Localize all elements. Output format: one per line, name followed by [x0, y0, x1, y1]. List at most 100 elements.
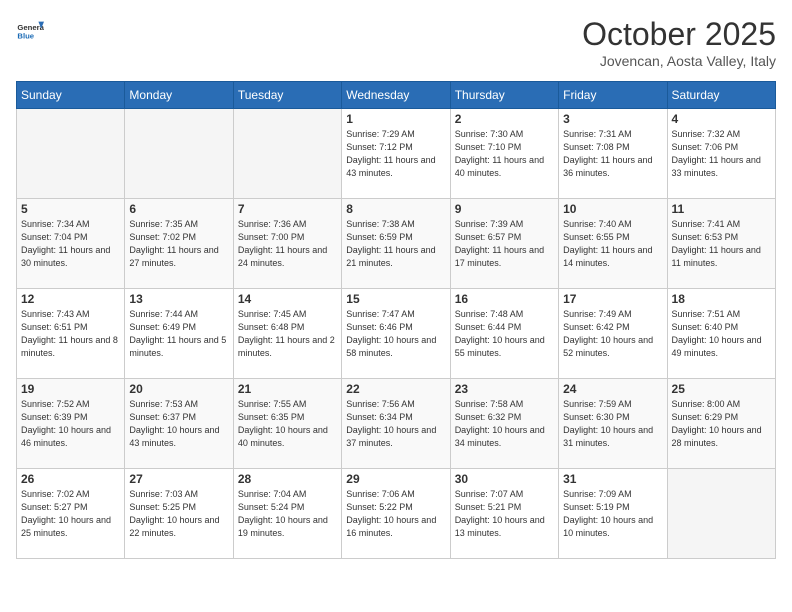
sunrise: Sunrise: 7:55 AM: [238, 398, 337, 411]
day-info: Sunrise: 7:51 AM Sunset: 6:40 PM Dayligh…: [672, 308, 771, 359]
day-info: Sunrise: 7:59 AM Sunset: 6:30 PM Dayligh…: [563, 398, 662, 449]
calendar-table: SundayMondayTuesdayWednesdayThursdayFrid…: [16, 81, 776, 559]
day-number: 4: [672, 112, 771, 126]
daylight: Daylight: 10 hours and 25 minutes.: [21, 514, 120, 539]
calendar-cell: 12 Sunrise: 7:43 AM Sunset: 6:51 PM Dayl…: [17, 289, 125, 379]
day-info: Sunrise: 7:45 AM Sunset: 6:48 PM Dayligh…: [238, 308, 337, 359]
daylight: Daylight: 11 hours and 36 minutes.: [563, 154, 662, 179]
daylight: Daylight: 11 hours and 40 minutes.: [455, 154, 554, 179]
sunset: Sunset: 6:59 PM: [346, 231, 445, 244]
day-info: Sunrise: 7:47 AM Sunset: 6:46 PM Dayligh…: [346, 308, 445, 359]
weekday-header-wednesday: Wednesday: [342, 82, 450, 109]
day-info: Sunrise: 7:02 AM Sunset: 5:27 PM Dayligh…: [21, 488, 120, 539]
sunset: Sunset: 5:21 PM: [455, 501, 554, 514]
day-info: Sunrise: 7:48 AM Sunset: 6:44 PM Dayligh…: [455, 308, 554, 359]
calendar-cell: 26 Sunrise: 7:02 AM Sunset: 5:27 PM Dayl…: [17, 469, 125, 559]
day-info: Sunrise: 7:04 AM Sunset: 5:24 PM Dayligh…: [238, 488, 337, 539]
day-number: 27: [129, 472, 228, 486]
sunrise: Sunrise: 7:07 AM: [455, 488, 554, 501]
day-number: 30: [455, 472, 554, 486]
sunrise: Sunrise: 7:47 AM: [346, 308, 445, 321]
calendar-cell: 14 Sunrise: 7:45 AM Sunset: 6:48 PM Dayl…: [233, 289, 341, 379]
day-number: 12: [21, 292, 120, 306]
daylight: Daylight: 10 hours and 49 minutes.: [672, 334, 771, 359]
day-info: Sunrise: 7:07 AM Sunset: 5:21 PM Dayligh…: [455, 488, 554, 539]
day-number: 7: [238, 202, 337, 216]
sunset: Sunset: 6:46 PM: [346, 321, 445, 334]
sunset: Sunset: 6:44 PM: [455, 321, 554, 334]
day-info: Sunrise: 7:09 AM Sunset: 5:19 PM Dayligh…: [563, 488, 662, 539]
day-number: 2: [455, 112, 554, 126]
calendar-week-2: 12 Sunrise: 7:43 AM Sunset: 6:51 PM Dayl…: [17, 289, 776, 379]
daylight: Daylight: 11 hours and 21 minutes.: [346, 244, 445, 269]
calendar-cell: [125, 109, 233, 199]
sunset: Sunset: 6:30 PM: [563, 411, 662, 424]
day-number: 11: [672, 202, 771, 216]
daylight: Daylight: 11 hours and 14 minutes.: [563, 244, 662, 269]
day-number: 26: [21, 472, 120, 486]
sunset: Sunset: 7:02 PM: [129, 231, 228, 244]
day-info: Sunrise: 7:53 AM Sunset: 6:37 PM Dayligh…: [129, 398, 228, 449]
day-info: Sunrise: 7:56 AM Sunset: 6:34 PM Dayligh…: [346, 398, 445, 449]
daylight: Daylight: 10 hours and 31 minutes.: [563, 424, 662, 449]
sunset: Sunset: 6:29 PM: [672, 411, 771, 424]
day-number: 15: [346, 292, 445, 306]
sunset: Sunset: 7:08 PM: [563, 141, 662, 154]
daylight: Daylight: 10 hours and 28 minutes.: [672, 424, 771, 449]
calendar-week-1: 5 Sunrise: 7:34 AM Sunset: 7:04 PM Dayli…: [17, 199, 776, 289]
calendar-cell: 29 Sunrise: 7:06 AM Sunset: 5:22 PM Dayl…: [342, 469, 450, 559]
weekday-header-saturday: Saturday: [667, 82, 775, 109]
day-info: Sunrise: 7:35 AM Sunset: 7:02 PM Dayligh…: [129, 218, 228, 269]
sunrise: Sunrise: 7:52 AM: [21, 398, 120, 411]
calendar-cell: 28 Sunrise: 7:04 AM Sunset: 5:24 PM Dayl…: [233, 469, 341, 559]
day-number: 28: [238, 472, 337, 486]
calendar-cell: 2 Sunrise: 7:30 AM Sunset: 7:10 PM Dayli…: [450, 109, 558, 199]
calendar-cell: 25 Sunrise: 8:00 AM Sunset: 6:29 PM Dayl…: [667, 379, 775, 469]
daylight: Daylight: 10 hours and 43 minutes.: [129, 424, 228, 449]
sunset: Sunset: 5:19 PM: [563, 501, 662, 514]
calendar-week-4: 26 Sunrise: 7:02 AM Sunset: 5:27 PM Dayl…: [17, 469, 776, 559]
calendar-cell: [233, 109, 341, 199]
daylight: Daylight: 11 hours and 30 minutes.: [21, 244, 120, 269]
day-number: 17: [563, 292, 662, 306]
calendar-cell: 11 Sunrise: 7:41 AM Sunset: 6:53 PM Dayl…: [667, 199, 775, 289]
day-number: 10: [563, 202, 662, 216]
sunrise: Sunrise: 7:39 AM: [455, 218, 554, 231]
day-info: Sunrise: 7:29 AM Sunset: 7:12 PM Dayligh…: [346, 128, 445, 179]
weekday-header-monday: Monday: [125, 82, 233, 109]
sunrise: Sunrise: 7:41 AM: [672, 218, 771, 231]
day-number: 16: [455, 292, 554, 306]
sunrise: Sunrise: 7:30 AM: [455, 128, 554, 141]
daylight: Daylight: 10 hours and 13 minutes.: [455, 514, 554, 539]
calendar-cell: 15 Sunrise: 7:47 AM Sunset: 6:46 PM Dayl…: [342, 289, 450, 379]
calendar-cell: 10 Sunrise: 7:40 AM Sunset: 6:55 PM Dayl…: [559, 199, 667, 289]
daylight: Daylight: 10 hours and 52 minutes.: [563, 334, 662, 359]
sunset: Sunset: 6:55 PM: [563, 231, 662, 244]
day-info: Sunrise: 7:34 AM Sunset: 7:04 PM Dayligh…: [21, 218, 120, 269]
calendar-cell: 3 Sunrise: 7:31 AM Sunset: 7:08 PM Dayli…: [559, 109, 667, 199]
daylight: Daylight: 10 hours and 58 minutes.: [346, 334, 445, 359]
calendar-cell: [667, 469, 775, 559]
calendar-week-3: 19 Sunrise: 7:52 AM Sunset: 6:39 PM Dayl…: [17, 379, 776, 469]
calendar-cell: 5 Sunrise: 7:34 AM Sunset: 7:04 PM Dayli…: [17, 199, 125, 289]
daylight: Daylight: 10 hours and 10 minutes.: [563, 514, 662, 539]
day-number: 23: [455, 382, 554, 396]
weekday-header-row: SundayMondayTuesdayWednesdayThursdayFrid…: [17, 82, 776, 109]
calendar-cell: 31 Sunrise: 7:09 AM Sunset: 5:19 PM Dayl…: [559, 469, 667, 559]
calendar-cell: 20 Sunrise: 7:53 AM Sunset: 6:37 PM Dayl…: [125, 379, 233, 469]
sunrise: Sunrise: 7:35 AM: [129, 218, 228, 231]
sunset: Sunset: 6:49 PM: [129, 321, 228, 334]
day-info: Sunrise: 7:36 AM Sunset: 7:00 PM Dayligh…: [238, 218, 337, 269]
sunrise: Sunrise: 7:29 AM: [346, 128, 445, 141]
calendar-cell: 22 Sunrise: 7:56 AM Sunset: 6:34 PM Dayl…: [342, 379, 450, 469]
sunset: Sunset: 6:53 PM: [672, 231, 771, 244]
sunset: Sunset: 6:34 PM: [346, 411, 445, 424]
sunrise: Sunrise: 7:31 AM: [563, 128, 662, 141]
sunset: Sunset: 5:27 PM: [21, 501, 120, 514]
sunrise: Sunrise: 7:59 AM: [563, 398, 662, 411]
daylight: Daylight: 11 hours and 11 minutes.: [672, 244, 771, 269]
day-info: Sunrise: 7:30 AM Sunset: 7:10 PM Dayligh…: [455, 128, 554, 179]
day-info: Sunrise: 7:43 AM Sunset: 6:51 PM Dayligh…: [21, 308, 120, 359]
sunrise: Sunrise: 7:32 AM: [672, 128, 771, 141]
day-number: 18: [672, 292, 771, 306]
